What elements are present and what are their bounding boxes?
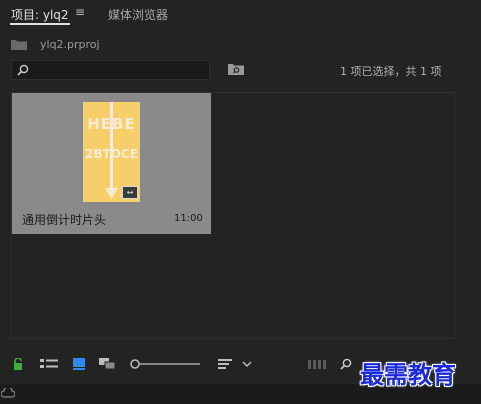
tab-media-browser[interactable]: 媒体浏览器 bbox=[108, 6, 168, 23]
active-tab-underline bbox=[10, 23, 70, 25]
icon-view-icon[interactable] bbox=[73, 358, 85, 370]
chevron-down-icon[interactable] bbox=[242, 358, 252, 370]
list-view-icon[interactable] bbox=[40, 358, 58, 370]
clip-name[interactable]: 通用倒计时片头 bbox=[22, 211, 106, 228]
thumb-text-line-1: HEBE bbox=[87, 115, 136, 133]
bin-folder-icon bbox=[11, 40, 27, 50]
freeform-view-icon[interactable] bbox=[99, 358, 119, 370]
new-bin-icon[interactable] bbox=[228, 63, 244, 75]
project-file-path: ylq2.prproj bbox=[40, 38, 100, 51]
lock-icon[interactable] bbox=[13, 358, 23, 370]
thumb-text-line-2: 2BTOCE bbox=[85, 147, 138, 161]
search-icon bbox=[17, 64, 29, 76]
clip-item[interactable]: HEBE 2BTOCE ↔ 通用倒计时片头 11:00 bbox=[12, 93, 211, 234]
selection-count: 1 项已选择，共 1 项 bbox=[340, 65, 442, 78]
search-icon[interactable] bbox=[340, 358, 352, 370]
tab-project[interactable]: 项目: ylq2 bbox=[11, 6, 69, 23]
creative-cloud-icon bbox=[1, 388, 15, 398]
automate-icon[interactable] bbox=[308, 358, 326, 370]
zoom-slider[interactable] bbox=[130, 358, 200, 370]
search-input[interactable] bbox=[11, 60, 210, 80]
hamburger-icon[interactable]: ≡ bbox=[75, 5, 85, 19]
sequence-icon: ↔ bbox=[122, 186, 138, 199]
sort-icon[interactable] bbox=[218, 358, 232, 370]
clip-duration: 11:00 bbox=[174, 213, 203, 224]
watermark: 最需教育 bbox=[360, 360, 456, 389]
panel-tab-bar bbox=[0, 0, 481, 28]
